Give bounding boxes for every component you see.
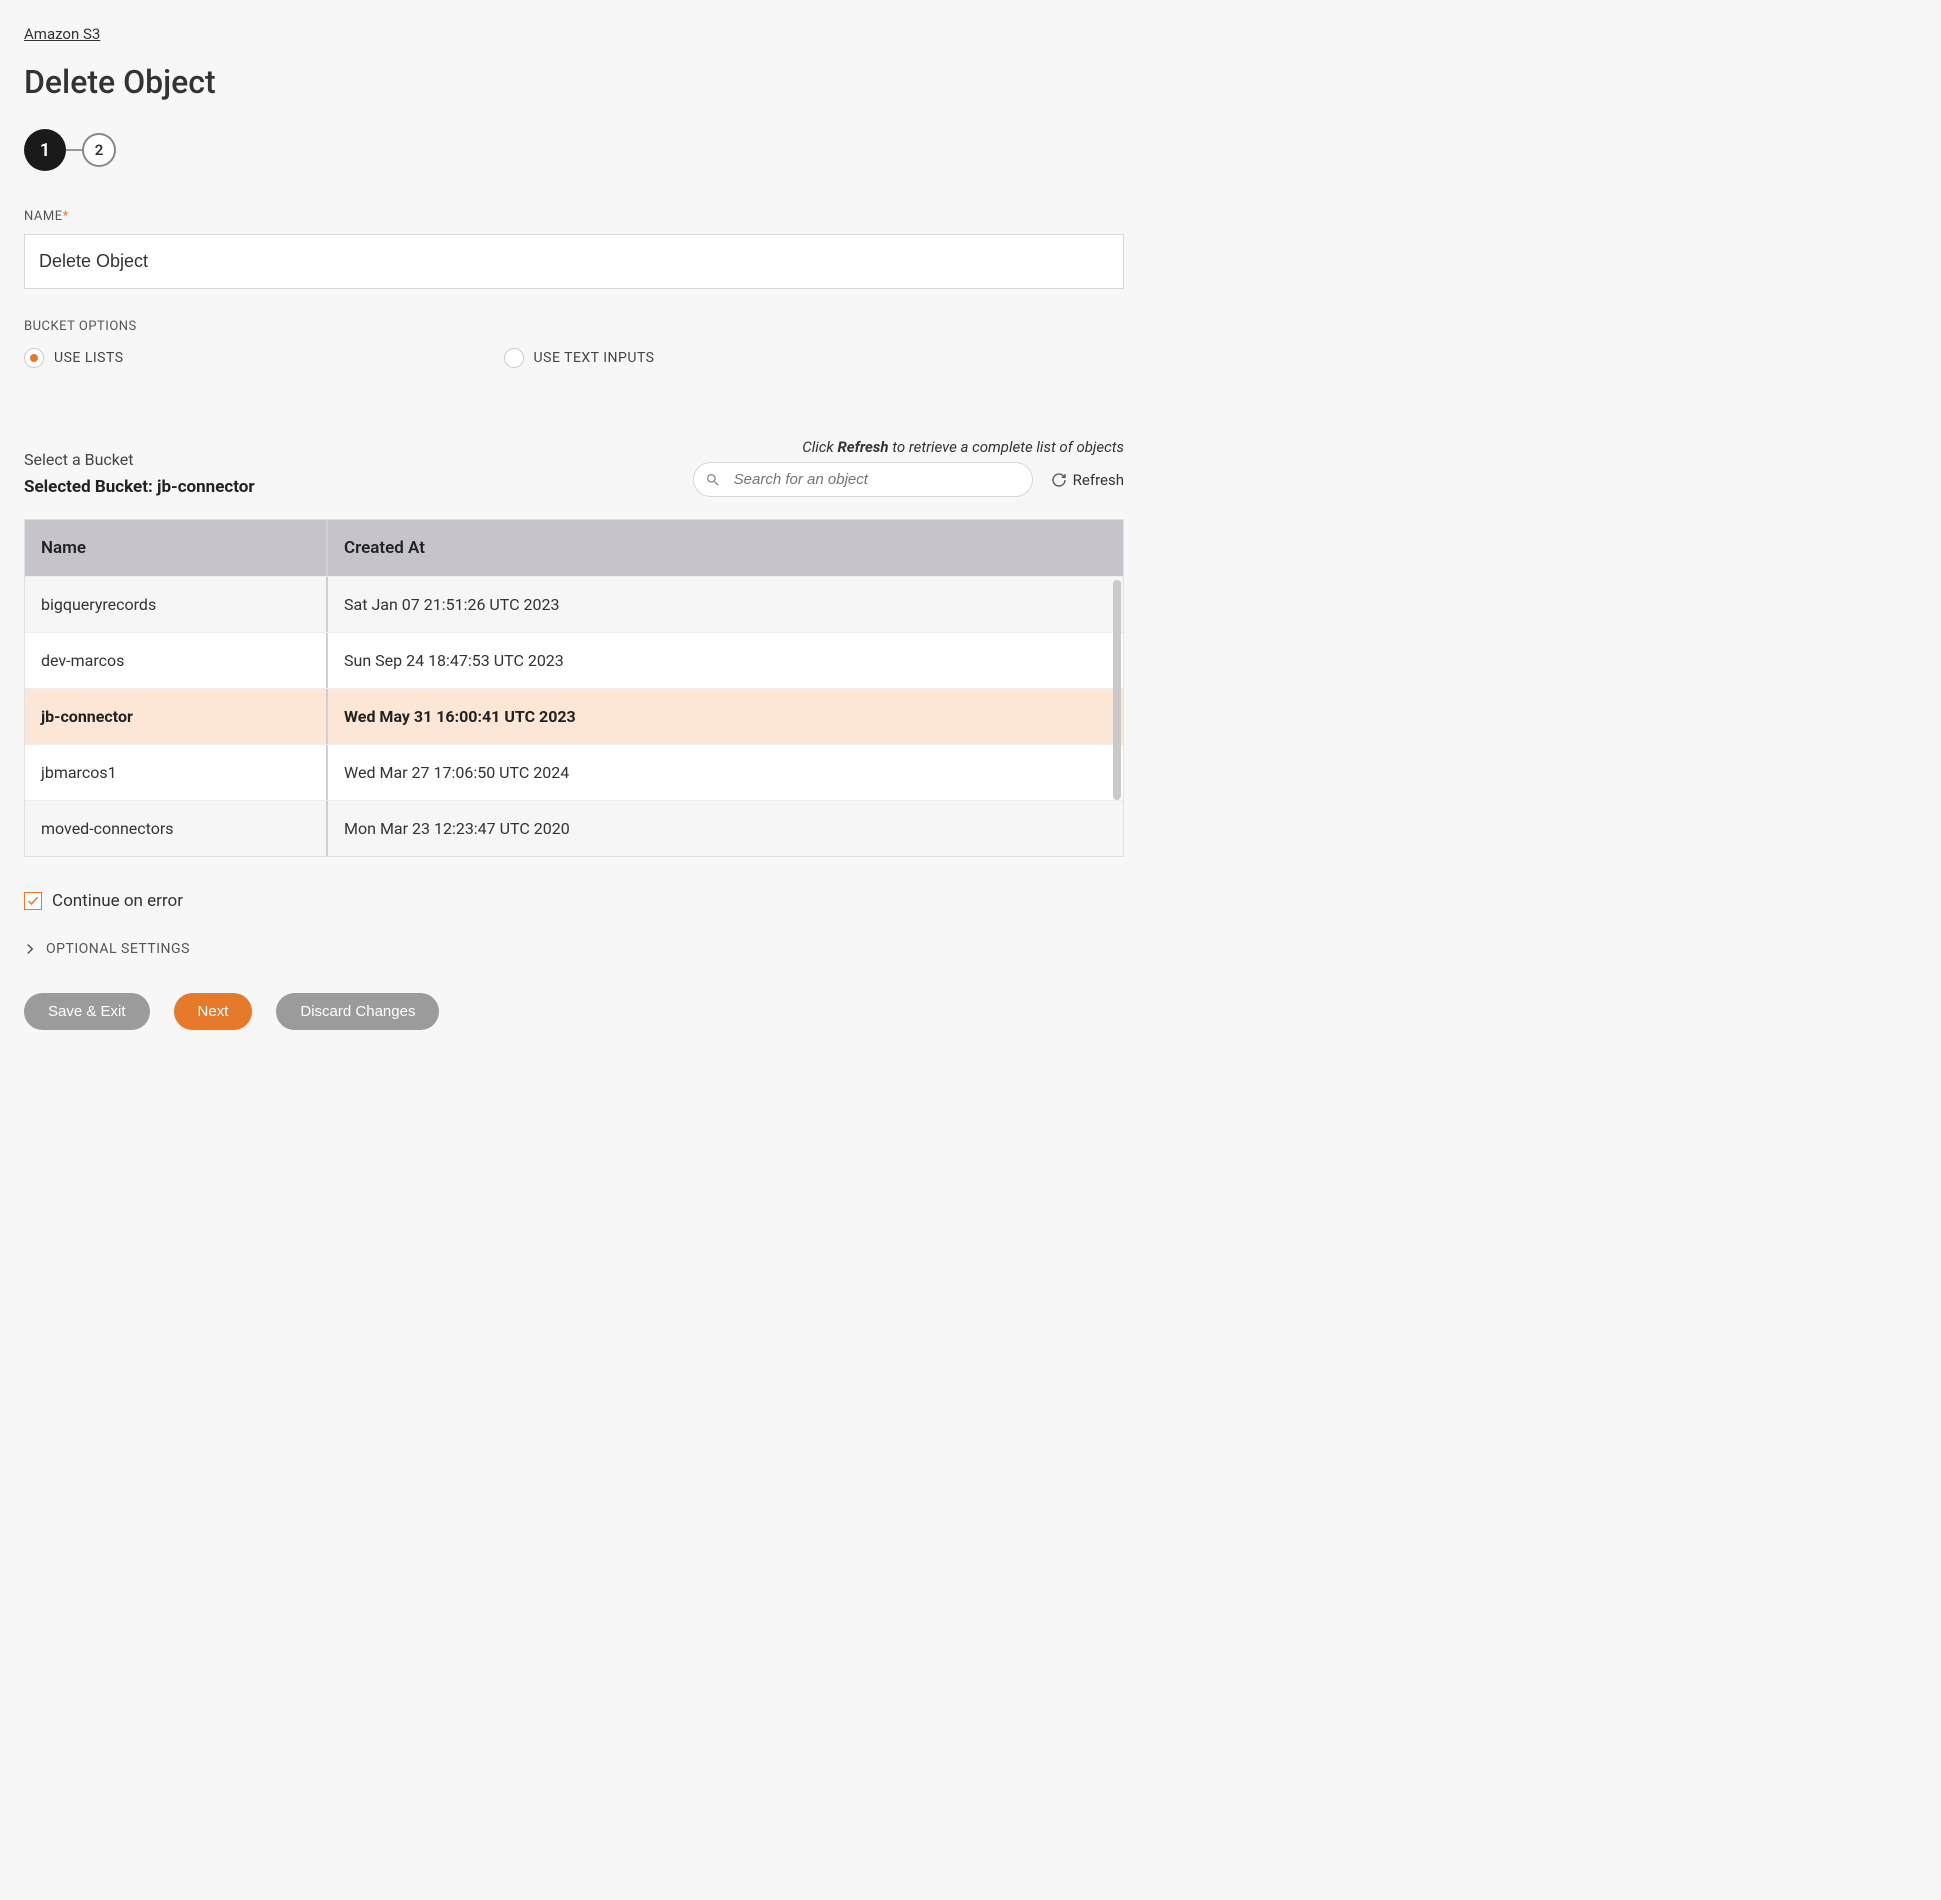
radio-icon (24, 348, 44, 368)
name-label-text: NAME (24, 209, 63, 224)
name-label: NAME* (24, 209, 1124, 224)
radio-use-lists[interactable]: USE LISTS (24, 348, 124, 368)
radio-icon (504, 348, 524, 368)
cell-name: dev-marcos (25, 633, 328, 688)
table-row[interactable]: dev-marcosSun Sep 24 18:47:53 UTC 2023 (25, 632, 1123, 688)
selected-bucket-value: jb-connector (157, 477, 255, 497)
refresh-hint-bold: Refresh (837, 438, 888, 456)
continue-on-error-checkbox[interactable]: Continue on error (24, 891, 1124, 911)
step-connector (66, 149, 82, 151)
cell-name: jbmarcos1 (25, 745, 328, 800)
cell-name: moved-connectors (25, 801, 328, 856)
refresh-button[interactable]: Refresh (1051, 471, 1124, 489)
th-name[interactable]: Name (25, 520, 328, 576)
check-icon (27, 895, 39, 907)
search-icon (705, 472, 721, 488)
radio-label: USE LISTS (54, 350, 124, 366)
checkbox-label: Continue on error (52, 891, 183, 911)
th-created[interactable]: Created At (328, 520, 1123, 576)
checkbox-icon (24, 892, 42, 910)
cell-created: Wed Mar 27 17:06:50 UTC 2024 (328, 745, 1123, 800)
table-row[interactable]: moved-connectorsMon Mar 23 12:23:47 UTC … (25, 800, 1123, 856)
bucket-table: Name Created At bigqueryrecordsSat Jan 0… (24, 519, 1124, 857)
required-marker: * (63, 209, 69, 224)
name-input[interactable] (24, 234, 1124, 289)
selected-bucket: Selected Bucket: jb-connector (24, 477, 624, 497)
cell-created: Mon Mar 23 12:23:47 UTC 2020 (328, 801, 1123, 856)
select-bucket-label: Select a Bucket (24, 450, 624, 469)
chevron-right-icon (24, 943, 36, 955)
optional-settings-toggle[interactable]: OPTIONAL SETTINGS (24, 941, 1124, 957)
refresh-hint-post: to retrieve a complete list of objects (889, 438, 1124, 456)
next-button[interactable]: Next (174, 993, 253, 1030)
optional-settings-label: OPTIONAL SETTINGS (46, 941, 190, 957)
refresh-label: Refresh (1073, 471, 1124, 489)
save-exit-button[interactable]: Save & Exit (24, 993, 150, 1030)
cell-created: Sun Sep 24 18:47:53 UTC 2023 (328, 633, 1123, 688)
cell-name: jb-connector (25, 689, 328, 744)
scrollbar[interactable] (1113, 580, 1121, 800)
search-input[interactable] (693, 462, 1033, 497)
radio-label: USE TEXT INPUTS (534, 350, 655, 366)
table-row[interactable]: bigqueryrecordsSat Jan 07 21:51:26 UTC 2… (25, 576, 1123, 632)
cell-created: Sat Jan 07 21:51:26 UTC 2023 (328, 577, 1123, 632)
refresh-hint: Click Refresh to retrieve a complete lis… (644, 438, 1124, 456)
cell-name: bigqueryrecords (25, 577, 328, 632)
selected-bucket-prefix: Selected Bucket: (24, 477, 157, 497)
page-title: Delete Object (24, 63, 1124, 101)
table-row[interactable]: jb-connectorWed May 31 16:00:41 UTC 2023 (25, 688, 1123, 744)
bucket-options-label: BUCKET OPTIONS (24, 319, 1124, 334)
breadcrumb[interactable]: Amazon S3 (24, 25, 100, 43)
cell-created: Wed May 31 16:00:41 UTC 2023 (328, 689, 1123, 744)
discard-button[interactable]: Discard Changes (276, 993, 439, 1030)
stepper: 1 2 (24, 129, 1124, 171)
table-row[interactable]: jbmarcos1Wed Mar 27 17:06:50 UTC 2024 (25, 744, 1123, 800)
refresh-icon (1051, 472, 1067, 488)
step-1[interactable]: 1 (24, 129, 66, 171)
refresh-hint-pre: Click (802, 438, 837, 456)
radio-use-text-inputs[interactable]: USE TEXT INPUTS (504, 348, 655, 368)
step-2[interactable]: 2 (82, 133, 116, 167)
